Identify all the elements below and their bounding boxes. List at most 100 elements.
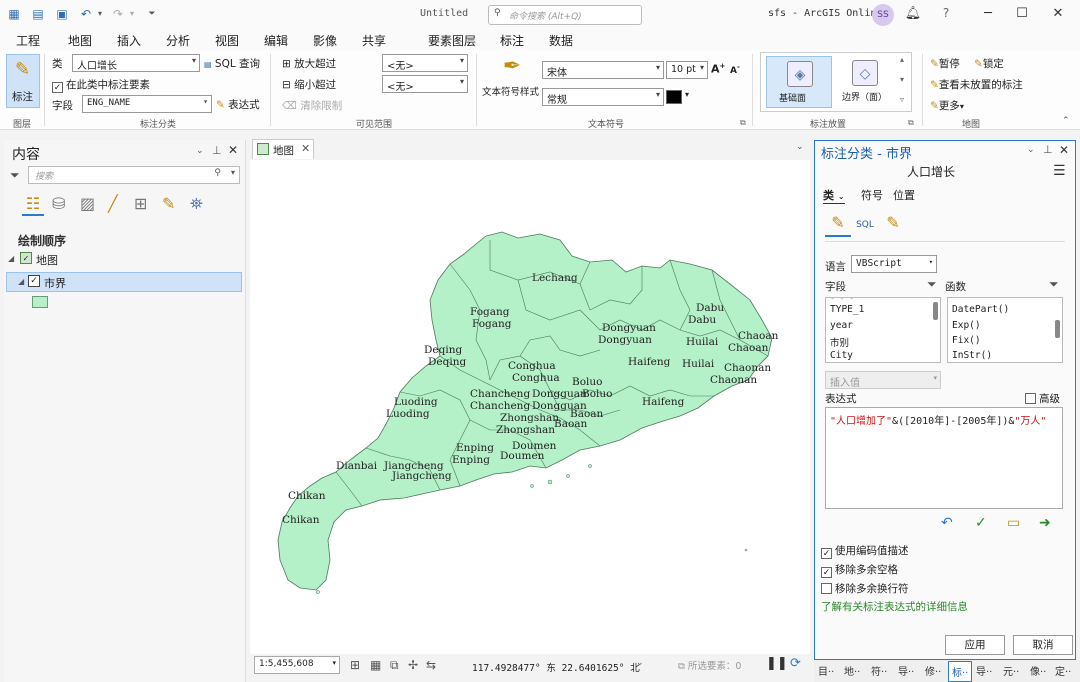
zoom-in-scale-dropdown[interactable]: <无> ▾ — [382, 54, 468, 72]
zoom-out-scale-dropdown[interactable]: <无> ▾ — [382, 75, 468, 93]
selection-view-icon[interactable]: ▨ — [80, 194, 95, 213]
boundary-polygon-placement[interactable]: ◇ 边界（面） — [836, 56, 898, 108]
field-item[interactable]: TYPE_1 — [830, 304, 864, 315]
redo-dropdown-icon[interactable]: ▾ — [124, 7, 140, 21]
font-dropdown[interactable]: 宋体 ▾ — [542, 61, 664, 79]
save-icon[interactable]: ▣ — [54, 7, 70, 21]
layer-symbol-swatch[interactable] — [32, 296, 48, 308]
function-item[interactable]: Fix() — [952, 335, 981, 346]
pause-labeling-button[interactable]: ✎暂停 — [930, 56, 960, 71]
field-item[interactable]: 市别 — [830, 335, 849, 349]
label-toggle-button[interactable]: ✎ 标注 — [6, 54, 40, 108]
tab-data[interactable]: 数据 — [549, 32, 573, 49]
expression-button[interactable]: ✎ 表达式 — [216, 97, 260, 112]
sql-query-button[interactable]: ▤ SQL 查询 — [204, 56, 260, 71]
help-button[interactable]: ? — [936, 6, 956, 24]
filter-fields-icon[interactable]: ⏷ — [927, 277, 937, 292]
text-symbol-style-icon[interactable]: ✒ — [498, 54, 526, 82]
fields-scrollbar[interactable] — [933, 302, 938, 320]
close-icon[interactable]: ✕ — [228, 143, 238, 157]
tab-project[interactable]: 工程 — [16, 32, 40, 49]
grid-icon[interactable]: ▦ — [370, 658, 381, 672]
reset-icon[interactable]: ↶ — [941, 515, 953, 531]
pane-tab[interactable]: 定·· — [1055, 663, 1071, 678]
tab-share[interactable]: 共享 — [362, 32, 386, 49]
pane-tab[interactable]: 目·· — [818, 663, 834, 678]
tab-position[interactable]: 位置 — [893, 187, 915, 203]
color-swatch[interactable] — [666, 90, 682, 104]
basic-polygon-placement[interactable]: ◈ 基础面 — [766, 56, 832, 108]
pane-options-chevron-icon[interactable]: ⌄ — [1027, 145, 1035, 155]
class-dropdown[interactable]: 人口增长 ▾ — [72, 54, 200, 72]
perspective-imagery-view-icon[interactable]: ⛯ — [190, 194, 203, 214]
scale-dropdown[interactable]: 1:5,455,608 ▾ — [254, 656, 340, 674]
gallery-expand-icon[interactable]: ▿ — [900, 95, 904, 104]
command-search-input[interactable]: ⚲ 命令搜索 (Alt+Q) — [488, 5, 642, 25]
clear-limits-button[interactable]: ⌫ 清除限制 — [282, 98, 342, 113]
fixed-zoom-icon[interactable]: ⊞ — [350, 658, 360, 672]
pane-tab-active[interactable]: 标·· — [948, 661, 973, 682]
tab-insert[interactable]: 插入 — [117, 32, 141, 49]
tab-edit[interactable]: 编辑 — [264, 32, 288, 49]
customize-toolbar-icon[interactable]: ⏷ — [144, 7, 160, 21]
refresh-icon[interactable]: ⟳ — [790, 656, 801, 671]
tab-map-view[interactable]: 地图 ✕ — [252, 139, 314, 159]
dialog-launcher-icon[interactable]: ⧉ — [908, 118, 914, 128]
label-features-in-class-checkbox[interactable]: ✓ 在此类中标注要素 — [52, 77, 150, 93]
pane-tab[interactable]: 修·· — [925, 663, 941, 678]
map-node-label[interactable]: 地图 — [36, 252, 58, 268]
learn-more-link[interactable]: 了解有关标注表达式的详细信息 — [821, 599, 968, 614]
functions-scrollbar[interactable] — [1055, 320, 1060, 338]
view-unplaced-button[interactable]: ✎查看未放置的标注 — [930, 77, 1023, 92]
filter-icon[interactable]: ⏷ — [10, 168, 20, 183]
close-icon[interactable]: ✕ — [1059, 143, 1069, 157]
collapse-map-icon[interactable]: ◢ — [8, 254, 14, 263]
field-item[interactable]: City — [830, 350, 853, 361]
close-tab-icon[interactable]: ✕ — [301, 142, 310, 155]
maximize-button[interactable]: ☐ — [1012, 6, 1032, 24]
lock-labels-button[interactable]: ✎锁定 — [974, 56, 1004, 71]
remove-newlines-checkbox[interactable]: 移除多余换行符 — [821, 581, 909, 596]
pin-icon[interactable]: ⊥ — [212, 144, 222, 157]
label-expression-view-icon[interactable]: ✎ — [825, 213, 851, 237]
remove-spaces-checkbox[interactable]: ✓ 移除多余空格 — [821, 562, 898, 578]
function-item[interactable]: DatePart() — [952, 304, 1009, 315]
apply-button[interactable]: 应用 — [945, 635, 1005, 655]
gallery-scroll-down-icon[interactable]: ▾ — [900, 75, 904, 84]
collapse-layer-icon[interactable]: ◢ — [18, 277, 24, 286]
pin-icon[interactable]: ⊥ — [1043, 143, 1053, 156]
decrease-font-icon[interactable]: A- — [730, 63, 740, 76]
sql-query-view-icon[interactable]: SQL — [853, 213, 877, 237]
snapping-icon[interactable]: ⧉ — [390, 658, 399, 673]
contents-search-input[interactable]: 搜索 ⚲ ▾ — [28, 166, 240, 184]
tab-symbol[interactable]: 符号 — [861, 187, 883, 203]
field-item[interactable]: year — [830, 320, 853, 331]
new-project-icon[interactable]: ▦ — [6, 7, 22, 21]
zoom-out-beyond-button[interactable]: ⊟ 缩小超过 — [282, 77, 336, 92]
fields-list[interactable]: - - - TYPE_1 year 市别 City — [825, 297, 941, 363]
minimize-button[interactable]: ─ — [978, 6, 998, 24]
pane-tab[interactable]: 导·· — [898, 663, 914, 678]
tab-labeling[interactable]: 标注 — [500, 32, 525, 52]
bell-icon[interactable]: 🔔︎ — [903, 6, 923, 24]
language-dropdown[interactable]: VBScript ▾ — [851, 255, 937, 273]
tab-list-chevron-icon[interactable]: ⌄ — [796, 142, 804, 152]
color-dropdown-chevron-icon[interactable]: ▾ — [685, 90, 689, 99]
tab-feature-layer[interactable]: 要素图层 — [428, 32, 476, 49]
dialog-launcher-icon[interactable]: ⧉ — [740, 118, 746, 128]
tab-map[interactable]: 地图 — [68, 32, 92, 49]
pane-tab[interactable]: 元·· — [1003, 663, 1019, 678]
function-item[interactable]: Exp() — [952, 320, 981, 331]
pane-tab[interactable]: 导·· — [976, 663, 992, 678]
pause-drawing-icon[interactable]: ❚❚ — [766, 656, 788, 671]
expression-editor[interactable]: "人口增加了"&([2010年]-[2005年])&"万人" — [825, 407, 1063, 509]
zoom-in-beyond-button[interactable]: ⊞ 放大超过 — [282, 56, 336, 71]
cancel-button[interactable]: 取消 — [1013, 635, 1073, 655]
export-arrow-icon[interactable]: ➜ — [1039, 515, 1051, 531]
constraint-icon[interactable]: ⇆ — [426, 658, 436, 672]
gallery-scroll-up-icon[interactable]: ▴ — [900, 55, 904, 64]
more-button[interactable]: ✎更多▾ — [930, 98, 964, 113]
function-item[interactable]: InStr() — [952, 350, 992, 361]
pane-tab[interactable]: 像·· — [1030, 663, 1046, 678]
undo-dropdown-icon[interactable]: ▾ — [92, 7, 108, 21]
